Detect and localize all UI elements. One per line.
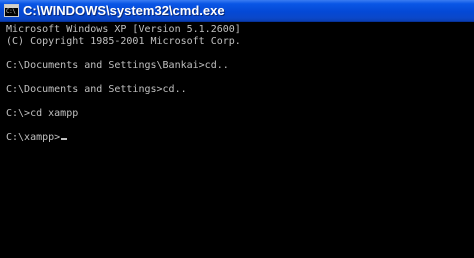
console-output[interactable]: Microsoft Windows XP [Version 5.1.2600] …: [0, 22, 474, 258]
cmd-icon-text: C:\: [6, 8, 16, 15]
cmd-window: C:\ C:\WINDOWS\system32\cmd.exe Microsof…: [0, 0, 474, 258]
console-line-copyright: (C) Copyright 1985-2001 Microsoft Corp.: [6, 36, 241, 47]
title-bar[interactable]: C:\ C:\WINDOWS\system32\cmd.exe: [0, 0, 474, 22]
console-prompt-line[interactable]: C:\xampp>: [6, 132, 68, 144]
console-line-command: C:\Documents and Settings>cd..: [6, 84, 187, 95]
console-prompt: C:\xampp>: [6, 132, 61, 143]
console-line-command: C:\Documents and Settings\Bankai>cd..: [6, 60, 229, 71]
console-line-command: C:\>cd xampp: [6, 108, 79, 119]
cmd-icon[interactable]: C:\: [4, 4, 19, 17]
window-title: C:\WINDOWS\system32\cmd.exe: [23, 3, 225, 18]
text-cursor: [61, 138, 68, 140]
console-line-version: Microsoft Windows XP [Version 5.1.2600]: [6, 24, 241, 35]
